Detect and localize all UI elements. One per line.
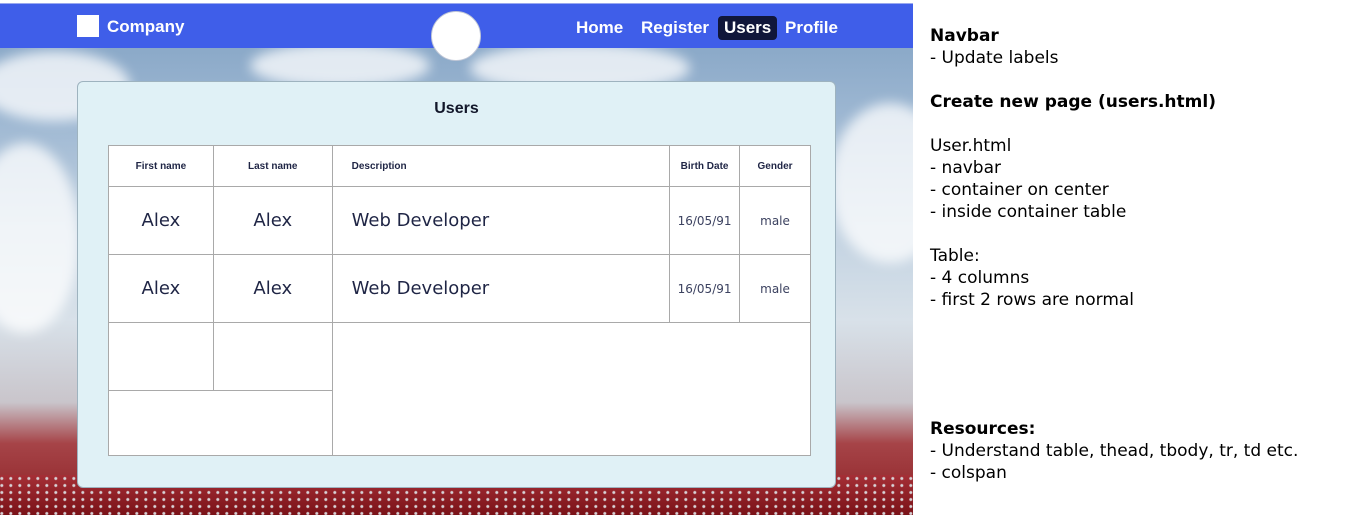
empty-cell [108, 322, 214, 391]
notes-table-item: - first 2 rows are normal [930, 290, 1135, 310]
nav-users-link[interactable]: Users [718, 16, 778, 40]
cell-birth-date: 16/05/91 [669, 254, 741, 323]
notes-user-item: - navbar [930, 158, 1001, 178]
cell-gender: male [739, 254, 811, 323]
header-first-name: First name [108, 145, 214, 187]
users-table: First name Last name Description Birth D… [108, 145, 812, 456]
brand-logo-icon[interactable] [77, 15, 99, 37]
cell-first-name: Alex [108, 254, 214, 323]
empty-colspan-cell [108, 390, 333, 456]
cell-first-name: Alex [108, 186, 214, 255]
avatar-circle[interactable] [431, 11, 481, 61]
panel-title: Users [434, 100, 479, 117]
empty-merged-cell [331, 322, 812, 456]
header-gender: Gender [739, 145, 811, 187]
notes-table-item: - 4 columns [930, 268, 1030, 288]
cell-description: Web Developer [331, 254, 671, 323]
task-notes: Navbar - Update labels Create new page (… [930, 25, 1298, 484]
cell-description: Web Developer [331, 186, 671, 255]
notes-resources-title: Resources: [930, 419, 1036, 439]
cloud [830, 103, 913, 263]
notes-user-html: User.html [930, 136, 1012, 156]
cell-gender: male [739, 186, 811, 255]
notes-resources-item: - colspan [930, 463, 1007, 483]
notes-navbar-title: Navbar [930, 26, 999, 46]
nav-register-link[interactable]: Register [641, 17, 709, 39]
brand-name[interactable]: Company [107, 16, 184, 38]
notes-table-title: Table: [930, 246, 980, 266]
nav-home-link[interactable]: Home [576, 17, 623, 39]
header-description: Description [331, 145, 671, 187]
empty-cell [212, 322, 333, 391]
webpage-mockup: Company Home Register Users Profile User… [0, 3, 913, 515]
table-header-row: First name Last name Description Birth D… [108, 145, 811, 187]
cell-last-name: Alex [212, 254, 333, 323]
cell-last-name: Alex [212, 186, 333, 255]
notes-navbar-item: - Update labels [930, 48, 1059, 68]
table-row-empty [108, 322, 812, 456]
header-last-name: Last name [212, 145, 333, 187]
notes-user-item: - container on center [930, 180, 1109, 200]
table-row: Alex Alex Web Developer 16/05/91 male [108, 254, 811, 323]
notes-create-title: Create new page (users.html) [930, 92, 1216, 112]
cell-birth-date: 16/05/91 [669, 186, 741, 255]
users-container: Users First name Last name Description B… [77, 81, 836, 488]
cloud [0, 143, 80, 333]
notes-resources-item: - Understand table, thead, tbody, tr, td… [930, 441, 1299, 461]
header-birth-date: Birth Date [669, 145, 741, 187]
table-row: Alex Alex Web Developer 16/05/91 male [108, 186, 811, 255]
nav-profile-link[interactable]: Profile [785, 17, 838, 39]
notes-user-item: - inside container table [930, 202, 1127, 222]
